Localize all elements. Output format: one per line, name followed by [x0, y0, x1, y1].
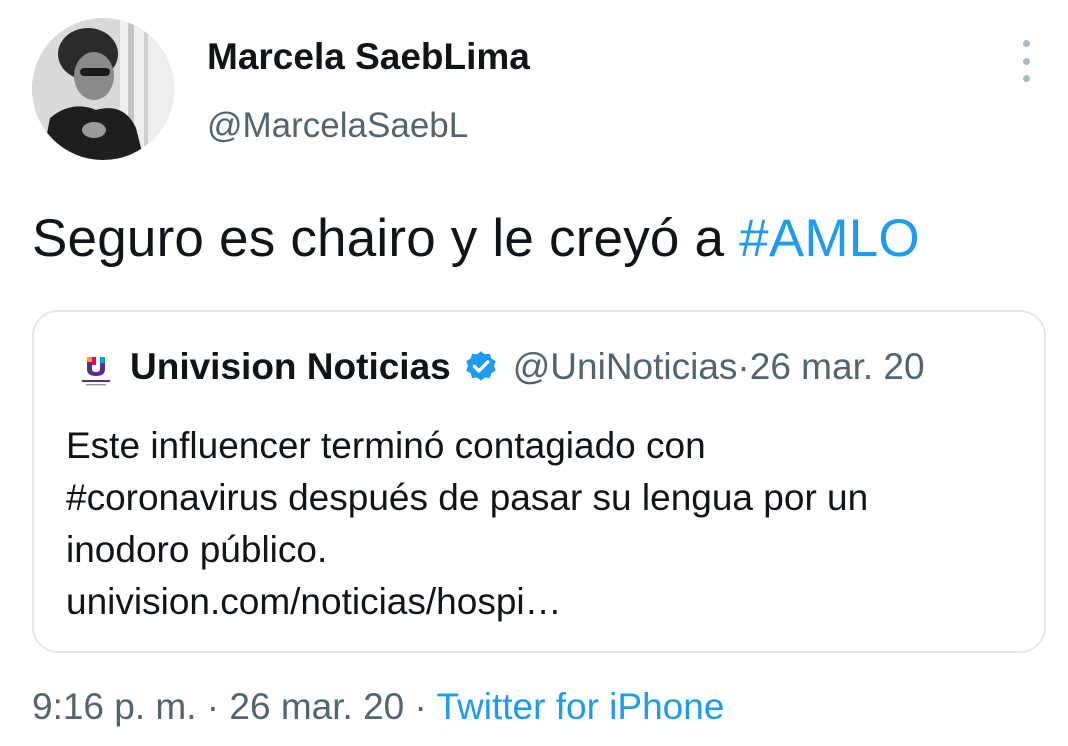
quoted-tweet-body: Este influencer terminó contagiado con #… — [66, 420, 1026, 628]
author-handle[interactable]: @MarcelaSaebL — [207, 106, 468, 146]
footer-separator: · — [404, 686, 437, 727]
avatar[interactable] — [32, 18, 174, 160]
quoted-body-line: inodoro público. — [66, 529, 328, 570]
quoted-date[interactable]: 26 mar. 20 — [750, 346, 925, 388]
hashtag-link[interactable]: #AMLO — [739, 209, 920, 268]
quoted-tweet-header: Univision Noticias @UniNoticias · 26 mar… — [130, 346, 925, 388]
more-options-icon[interactable] — [1012, 40, 1040, 82]
tweet-text: Seguro es chairo y le creyó a #AMLO — [32, 208, 920, 269]
verified-badge-icon — [466, 351, 496, 381]
tweet-source-link[interactable]: Twitter for iPhone — [436, 686, 724, 727]
more-dot — [1022, 57, 1030, 65]
quoted-body-line: #coronavirus después de pasar su lengua … — [66, 477, 869, 518]
tweet-date[interactable]: 26 mar. 20 — [229, 686, 404, 727]
quoted-body-line: Este influencer terminó contagiado con — [66, 425, 706, 466]
quoted-tweet-card[interactable]: Univision Noticias @UniNoticias · 26 mar… — [32, 310, 1046, 653]
univision-logo-icon — [78, 352, 114, 388]
avatar-photo — [32, 18, 174, 160]
more-dot — [1022, 40, 1030, 47]
author-display-name[interactable]: Marcela SaebLima — [207, 36, 530, 78]
tweet-text-body: Seguro es chairo y le creyó a — [32, 209, 740, 268]
tweet-footer: 9:16 p. m. · 26 mar. 20 · Twitter for iP… — [32, 686, 724, 728]
quoted-link[interactable]: univision.com/noticias/hospi… — [66, 576, 1026, 628]
quoted-handle[interactable]: @UniNoticias — [513, 346, 738, 388]
quoted-display-name[interactable]: Univision Noticias — [130, 346, 451, 388]
tweet-time[interactable]: 9:16 p. m. — [32, 686, 197, 727]
meta-separator: · — [737, 346, 750, 387]
more-dot — [1022, 75, 1030, 82]
footer-separator: · — [196, 686, 230, 727]
